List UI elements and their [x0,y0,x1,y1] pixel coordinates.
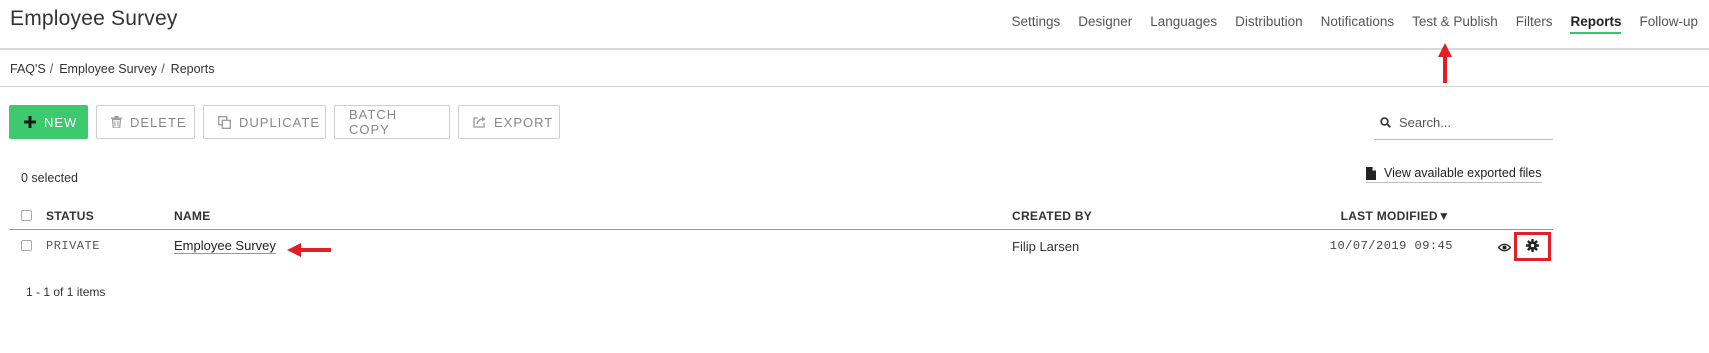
column-header-last-modified[interactable]: LAST MODIFIED▼ [1341,209,1450,223]
file-icon [1366,166,1376,180]
new-button[interactable]: NEW [9,105,88,139]
table-row: PRIVATE Employee Survey Filip Larsen 10/… [9,230,1553,262]
export-icon [473,116,486,128]
reports-table: STATUS NAME CREATED BY LAST MODIFIED▼ PR… [9,204,1553,262]
annotation-arrow-left-icon [287,243,331,257]
nav-reports[interactable]: Reports [1570,0,1622,48]
duplicate-icon [218,115,231,129]
active-tab-underline [1570,32,1622,34]
toolbar: NEW DELETE DUPLICATE BATCH COPY EXPORT [9,105,568,139]
plus-icon [24,116,36,128]
column-header-created-by[interactable]: CREATED BY [1012,209,1092,223]
selected-count: 0 selected [21,171,78,185]
search-input[interactable] [1399,115,1539,130]
breadcrumb-bar: FAQ'S / Employee Survey / Reports [0,51,1709,87]
new-button-label: NEW [44,114,78,130]
breadcrumb-faqs[interactable]: FAQ'S [10,62,46,76]
delete-button-label: DELETE [130,114,187,130]
duplicate-button[interactable]: DUPLICATE [203,105,326,139]
nav-languages[interactable]: Languages [1150,0,1217,48]
eye-icon[interactable] [1497,240,1512,255]
nav-test-publish[interactable]: Test & Publish [1412,0,1498,48]
app-title: Employee Survey [10,7,178,30]
table-header: STATUS NAME CREATED BY LAST MODIFIED▼ [9,204,1553,230]
view-exported-files-label: View available exported files [1384,166,1542,180]
search-box [1374,106,1553,140]
nav-reports-label: Reports [1570,14,1622,29]
select-all-checkbox[interactable] [21,210,32,221]
breadcrumb-separator: / [49,62,54,76]
row-name-link[interactable]: Employee Survey [174,239,276,254]
nav-filters[interactable]: Filters [1516,0,1553,48]
view-exported-files-link[interactable]: View available exported files [1366,166,1542,183]
search-icon [1380,117,1391,128]
trash-icon [111,116,122,128]
pagination-summary: 1 - 1 of 1 items [26,285,106,299]
export-button[interactable]: EXPORT [458,105,560,139]
export-button-label: EXPORT [494,114,554,130]
row-settings-button[interactable] [1514,232,1551,261]
row-status: PRIVATE [46,239,100,253]
batch-copy-button[interactable]: BATCH COPY [334,105,450,139]
breadcrumb-separator: / [161,62,165,76]
delete-button[interactable]: DELETE [96,105,195,139]
nav-notifications[interactable]: Notifications [1321,0,1395,48]
row-last-modified: 10/07/2019 09:45 [1329,239,1453,253]
nav-designer[interactable]: Designer [1078,0,1132,48]
top-navigation: Settings Designer Languages Distribution… [1011,0,1709,48]
nav-distribution[interactable]: Distribution [1235,0,1303,48]
breadcrumb-employee-survey[interactable]: Employee Survey [59,62,157,76]
column-header-status[interactable]: STATUS [46,209,94,223]
column-header-last-modified-label: LAST MODIFIED [1340,209,1438,223]
batch-copy-button-label: BATCH COPY [349,107,398,137]
sort-desc-icon: ▼ [1437,209,1450,223]
nav-follow-up[interactable]: Follow-up [1639,0,1698,48]
breadcrumb-reports: Reports [170,62,215,76]
breadcrumb: FAQ'S / Employee Survey / Reports [10,62,214,76]
duplicate-button-label: DUPLICATE [239,114,320,130]
column-header-name[interactable]: NAME [174,209,211,223]
nav-settings[interactable]: Settings [1011,0,1060,48]
row-checkbox[interactable] [21,240,32,251]
row-created-by: Filip Larsen [1012,239,1080,254]
gear-icon [1526,238,1539,255]
